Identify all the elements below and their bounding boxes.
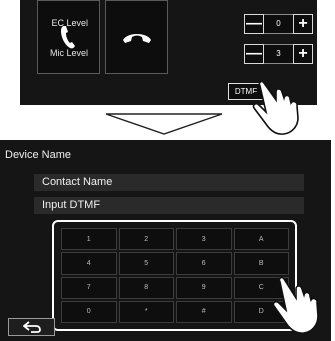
input-dtmf-field[interactable]: Input DTMF (34, 197, 304, 214)
key-0[interactable]: 0 (61, 300, 117, 323)
mic-level-label: Mic Level (49, 48, 88, 58)
hang-up-icon (122, 34, 151, 43)
key-8[interactable]: 8 (118, 276, 174, 299)
ec-level-minus-button[interactable]: — (244, 14, 264, 34)
device-name-title: Device Name (5, 149, 72, 161)
call-button[interactable] (37, 0, 100, 74)
key-4[interactable]: 4 (61, 252, 117, 275)
key-7[interactable]: 7 (61, 276, 117, 299)
dtmf-keypad-highlight: 1 2 3 A 4 5 6 B 7 8 9 C 0 * # D (52, 220, 297, 331)
hang-up-button[interactable] (105, 0, 168, 74)
back-arrow-icon (22, 321, 41, 333)
pointing-hand-icon (246, 80, 299, 135)
ec-level-label: EC Level (51, 18, 88, 28)
key-2[interactable]: 2 (118, 228, 174, 251)
key-a[interactable]: A (233, 228, 289, 251)
mic-level-plus-button[interactable]: + (293, 44, 313, 64)
ec-level-value: 0 (264, 14, 293, 34)
back-button[interactable] (8, 318, 55, 336)
transition-arrow-icon (105, 113, 223, 135)
mic-level-minus-button[interactable]: — (244, 44, 264, 64)
dtmf-keypad: 1 2 3 A 4 5 6 B 7 8 9 C 0 * # D (61, 228, 289, 323)
key-star[interactable]: * (118, 300, 174, 323)
key-5[interactable]: 5 (118, 252, 174, 275)
key-hash[interactable]: # (176, 300, 232, 323)
key-1[interactable]: 1 (61, 228, 117, 251)
ec-level-plus-button[interactable]: + (293, 14, 313, 34)
key-3[interactable]: 3 (176, 228, 232, 251)
key-6[interactable]: 6 (176, 252, 232, 275)
contact-name-field: Contact Name (34, 174, 304, 191)
mic-level-value: 3 (264, 44, 293, 64)
key-9[interactable]: 9 (176, 276, 232, 299)
pointing-hand-icon (271, 276, 319, 334)
